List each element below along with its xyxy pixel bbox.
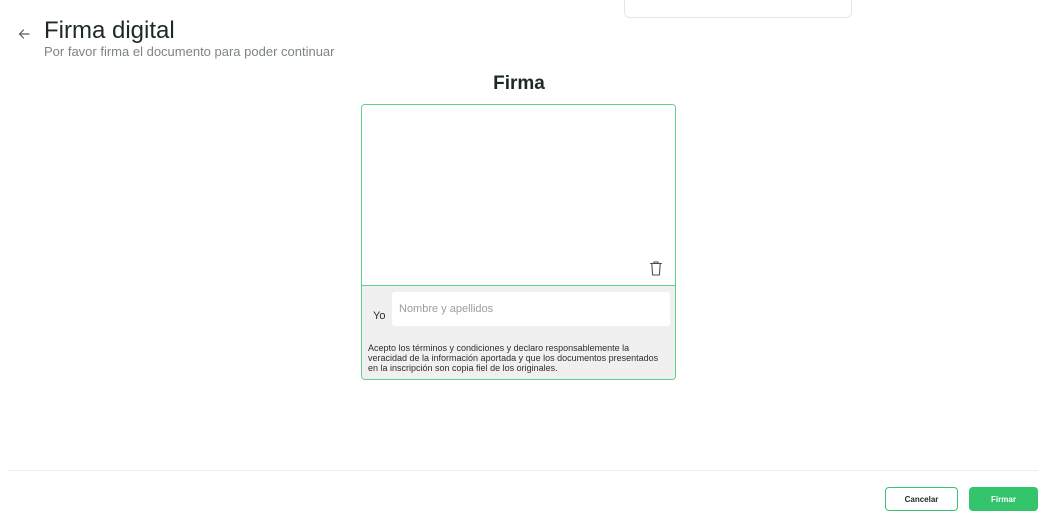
trash-icon [650, 260, 662, 276]
top-search-field[interactable] [624, 0, 852, 18]
terms-text: Acepto los términos y condiciones y decl… [368, 343, 659, 373]
sign-button[interactable]: Firmar [969, 487, 1038, 511]
signature-section-title: Firma [493, 73, 545, 94]
clear-signature-button[interactable] [647, 258, 665, 278]
back-button[interactable] [14, 24, 34, 44]
signature-canvas[interactable] [362, 105, 675, 285]
signature-details: Yo Acepto los términos y condiciones y d… [362, 285, 675, 379]
arrow-left-icon [18, 29, 30, 39]
page-title: Firma digital [44, 17, 175, 44]
page-subtitle: Por favor firma el documento para poder … [44, 44, 335, 59]
name-prefix-label: Yo [373, 310, 386, 322]
footer-divider [8, 470, 1038, 471]
signature-card: Yo Acepto los términos y condiciones y d… [361, 104, 676, 380]
cancel-button[interactable]: Cancelar [885, 487, 958, 511]
full-name-input[interactable] [392, 292, 670, 326]
